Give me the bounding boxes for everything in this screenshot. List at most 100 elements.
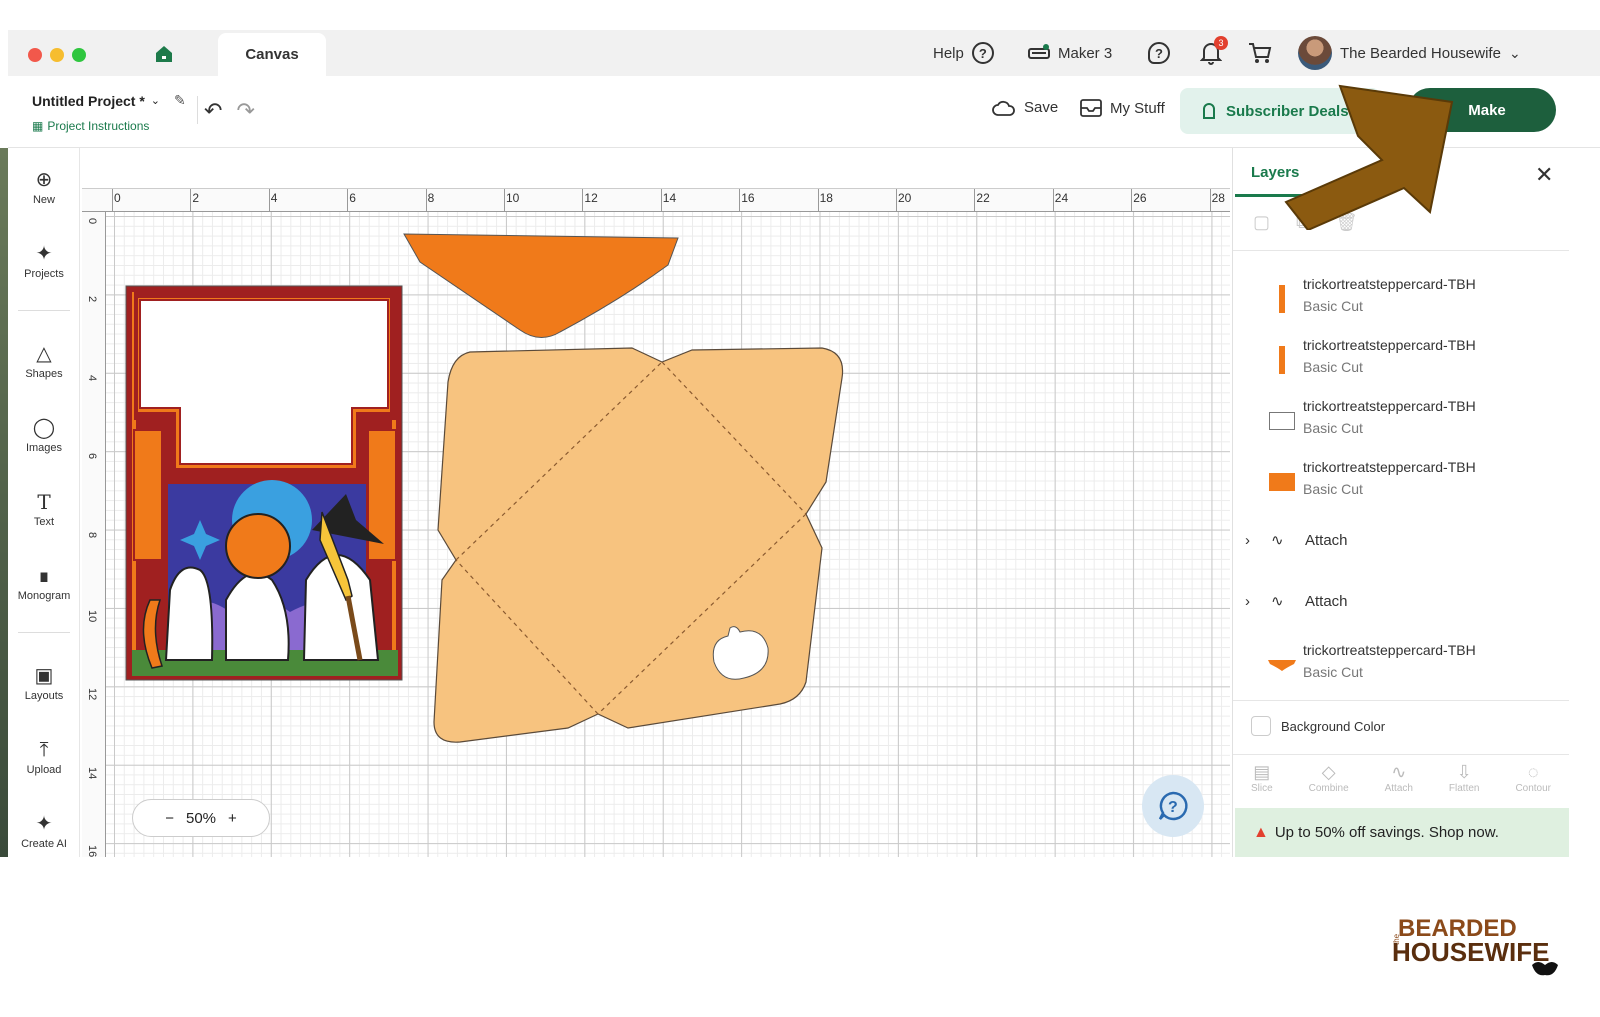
slice-button[interactable]: ▤ Slice [1251,762,1273,808]
divider [1233,250,1569,251]
ruler-label: 12 [86,688,98,701]
divider [197,96,198,124]
logo-line-2: HOUSEWIFE [1392,937,1550,967]
svg-text:?: ? [1168,799,1178,816]
zoom-in-button[interactable]: + [228,810,237,827]
layer-thumbnail [1267,469,1297,495]
pumpkin-graphic [225,513,291,579]
tab-canvas[interactable]: Canvas [218,33,326,76]
sidebar-item-monogram[interactable]: ∎ Monogram [8,564,80,602]
layers-panel: Layers ✕ ▢ ⧉ 🗑 trickortreatsteppercard-T… [1232,148,1569,857]
sidebar-item-layouts[interactable]: ▣ Layouts [8,664,80,702]
sidebar-item-label: Text [33,516,55,528]
ruler-label: 14 [86,766,98,780]
home-icon[interactable] [154,44,174,64]
flatten-button[interactable]: ⇩ Flatten [1449,762,1480,808]
undo-icon[interactable]: ↶ [204,98,222,124]
canvas-artwork [125,233,844,743]
combine-icon: ◇ [1321,762,1336,782]
monogram-icon: ∎ [37,565,51,587]
chevron-right-icon[interactable]: › [1245,593,1271,610]
notifications-button[interactable]: 3 [1200,36,1228,66]
design-canvas[interactable] [106,212,1230,857]
pencil-icon[interactable]: ✎ [174,92,186,109]
sidebar-item-shapes[interactable]: △ Shapes [8,342,80,380]
promo-text: Up to 50% off savings. Shop now. [1274,824,1499,841]
shirt-icon: ▣ [34,665,54,687]
attach-label: Attach [1384,783,1413,794]
combine-button[interactable]: ◇ Combine [1309,762,1349,808]
layer-row[interactable]: trickortreatsteppercard-TBH Basic Cut [1233,333,1569,389]
title-bar: Canvas Help ? Maker 3 ? 3 The Bearded Ho… [8,30,1600,76]
close-window-button[interactable] [28,48,42,62]
project-instructions-label: Project Instructions [47,119,150,133]
zoom-control: − 50% + [132,799,270,837]
undo-redo-group: ↶ ↷ [204,98,255,124]
attach-label: Attach [1305,531,1348,549]
promo-banner[interactable]: ▲ Up to 50% off savings. Shop now. [1235,808,1569,857]
chat-question-icon: ? [1158,791,1188,821]
ruler-label: 14 [662,191,677,205]
layer-row[interactable]: trickortreatsteppercard-TBH Basic Cut [1233,394,1569,450]
ruler-label: 10 [506,191,520,205]
text-icon: T [37,490,51,514]
user-menu[interactable]: The Bearded Housewife ⌄ [1298,35,1521,71]
paperclip-icon: ∿ [1271,532,1284,549]
ruler-label: 4 [86,374,98,381]
sidebar-item-upload[interactable]: ⤒ Upload [8,738,80,776]
slice-label: Slice [1250,783,1273,794]
my-stuff-button[interactable]: My Stuff [1080,99,1165,117]
layer-row[interactable]: trickortreatsteppercard-TBH Basic Cut [1233,455,1569,511]
halloween-card[interactable] [125,285,403,681]
attach-group-row[interactable]: › ∿ Attach [1233,581,1569,621]
help-chat-button[interactable]: ? [1142,775,1204,837]
zoom-out-button[interactable]: − [165,810,174,827]
close-icon[interactable]: ✕ [1535,162,1553,188]
ruler-label: 12 [584,191,598,205]
group-icon[interactable]: ▢ [1253,212,1270,233]
layer-row[interactable]: trickortreatsteppercard-TBH Basic Cut [1233,272,1569,328]
envelope-shape[interactable] [433,347,844,743]
cloud-icon [992,100,1015,116]
minimize-window-button[interactable] [50,48,64,62]
layer-thumbnail [1267,285,1297,313]
ruler-label: 8 [427,191,435,205]
redo-icon[interactable]: ↷ [236,98,254,124]
layer-operation: Basic Cut [1303,298,1363,314]
plus-circle-icon: ⊕ [35,169,53,191]
contour-button[interactable]: ◌ Contour [1515,762,1551,808]
chevron-right-icon[interactable]: › [1245,532,1271,549]
sidebar-item-new[interactable]: ⊕ New [8,168,80,206]
ruler-tick [112,189,113,211]
sidebar-item-create-ai[interactable]: ✦ Create AI [8,812,80,850]
maximize-window-button[interactable] [72,48,86,62]
layer-row[interactable]: trickortreatsteppercard-TBH Basic Cut [1233,638,1569,694]
ruler-label: 26 [1133,191,1147,205]
layer-name: trickortreatsteppercard-TBH [1303,459,1476,475]
orange-flap-shape[interactable] [403,233,679,338]
project-title-dropdown[interactable]: Untitled Project * ⌄ ✎ [32,92,186,109]
attach-button[interactable]: ∿ Attach [1385,762,1413,808]
layer-operation: Basic Cut [1303,359,1363,375]
ruler-tick [268,189,270,211]
flatten-label: Flatten [1448,783,1480,794]
attach-group-row[interactable]: › ∿ Attach [1233,520,1569,560]
document-icon: ▦ [32,119,44,133]
sidebar-item-projects[interactable]: ✦ Projects [8,242,80,280]
project-instructions-link[interactable]: ▦ Project Instructions [32,119,149,133]
save-button[interactable]: Save [992,99,1058,116]
sidebar-item-text[interactable]: T Text [8,490,80,528]
ruler-label: 16 [86,845,98,858]
slice-icon: ▤ [1253,762,1271,782]
tag-icon [1203,103,1215,119]
machine-selector[interactable]: Maker 3 [1028,40,1112,66]
background-color-checkbox[interactable] [1251,716,1271,736]
cart-button[interactable] [1248,40,1272,66]
sparkle-icon: ✦ [35,813,53,835]
help-button[interactable]: Help ? [933,40,994,66]
sidebar-item-images[interactable]: ◯ Images [8,416,80,454]
make-label: Make [1468,101,1506,119]
chat-question-icon: ? [1148,42,1170,64]
support-button[interactable]: ? [1148,40,1170,66]
background-color-toggle[interactable]: Background Color [1251,716,1385,736]
